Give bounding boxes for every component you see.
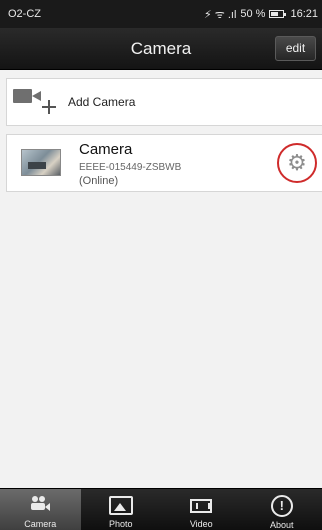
tab-video[interactable]: Video xyxy=(161,489,242,530)
status-indicators: ⚡ ᯤ .ıl 50 % 16:21 xyxy=(204,7,318,22)
camera-name: Camera xyxy=(79,141,133,158)
carrier-label: O2-CZ xyxy=(8,8,41,20)
gear-icon: ⚙ xyxy=(287,150,307,175)
edit-button[interactable]: edit xyxy=(275,36,316,61)
tab-about-label: About xyxy=(269,520,294,530)
tab-video-label: Video xyxy=(189,519,213,529)
tab-about[interactable]: ! About xyxy=(242,489,322,530)
camera-thumbnail xyxy=(21,149,61,176)
signal-icons: ⚡ ᯤ .ıl xyxy=(203,8,237,21)
add-camera-icon xyxy=(10,82,62,122)
title-bar: Camera edit xyxy=(0,28,322,70)
camera-list: Add Camera Camera EEEE-015449-ZSBWB (Onl… xyxy=(0,70,322,488)
alert-icon: ! xyxy=(270,495,293,517)
camera-users-icon xyxy=(30,495,51,516)
battery-percent: 50 % xyxy=(240,8,266,20)
camera-id: EEEE-015449-ZSBWB xyxy=(79,162,182,173)
camera-list-item[interactable]: Camera EEEE-015449-ZSBWB (Online) ⚙ xyxy=(6,134,322,192)
battery-icon xyxy=(269,10,287,18)
tab-camera[interactable]: Camera xyxy=(0,489,81,530)
photo-icon xyxy=(108,495,133,516)
camera-settings-button[interactable]: ⚙ xyxy=(277,143,317,183)
video-icon xyxy=(190,495,213,516)
tab-photo-label: Photo xyxy=(108,519,133,529)
status-bar: O2-CZ ⚡ ᯤ .ıl 50 % 16:21 xyxy=(0,0,322,28)
add-camera-row[interactable]: Add Camera xyxy=(6,78,322,126)
clock: 16:21 xyxy=(290,8,318,20)
tab-photo[interactable]: Photo xyxy=(81,489,162,530)
page-title: Camera xyxy=(130,39,192,58)
bottom-nav: Camera Photo Video ! About xyxy=(0,488,322,530)
tab-camera-label: Camera xyxy=(24,519,57,529)
camera-status: (Online) xyxy=(79,175,119,187)
add-camera-label: Add Camera xyxy=(68,95,136,109)
